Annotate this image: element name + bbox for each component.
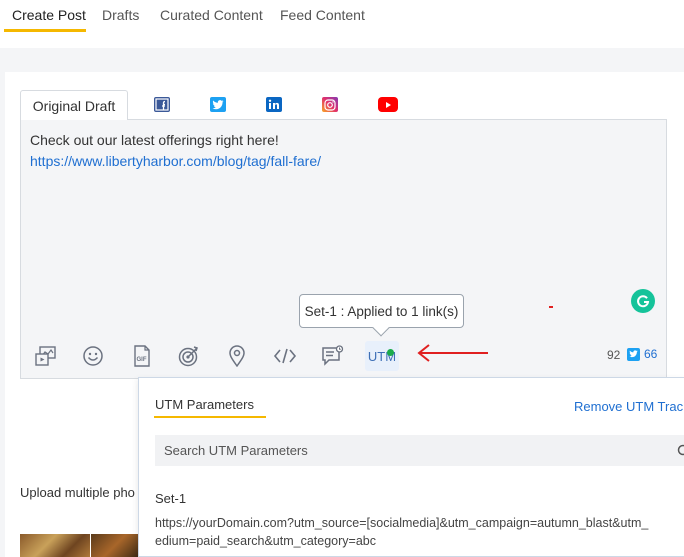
utm-tooltip-text: Set-1 : Applied to 1 link(s)	[304, 303, 459, 319]
svg-text:GIF: GIF	[137, 357, 147, 363]
uploaded-image-thumbnail[interactable]	[91, 534, 139, 557]
tab-curated-content[interactable]: Curated Content	[160, 7, 263, 23]
tab-create-post[interactable]: Create Post	[12, 7, 86, 23]
post-link[interactable]: https://www.libertyharbor.com/blog/tag/f…	[30, 151, 321, 172]
character-count: 92	[607, 348, 621, 362]
media-icon[interactable]	[34, 345, 58, 367]
utm-set-url-line: https://yourDomain.com?utm_source=[socia…	[155, 516, 649, 530]
tab-drafts[interactable]: Drafts	[102, 7, 139, 23]
utm-set-url-line: edium=paid_search&utm_category=abc	[155, 534, 376, 548]
twitter-count-icon	[627, 347, 640, 361]
twitter-icon[interactable]	[210, 97, 226, 112]
emoji-icon[interactable]	[81, 345, 105, 367]
gif-icon[interactable]: GIF	[130, 345, 154, 367]
annotation-dot	[549, 306, 553, 308]
upload-instructions: Upload multiple pho	[20, 485, 135, 500]
utm-search-input[interactable]	[155, 435, 684, 466]
search-icon[interactable]	[677, 444, 684, 458]
utm-parameters-panel: UTM Parameters Remove UTM Track Set-1 ht…	[138, 377, 684, 557]
location-icon[interactable]	[225, 345, 249, 367]
editor-content[interactable]: Check out our latest offerings right her…	[30, 130, 321, 172]
post-text: Check out our latest offerings right her…	[30, 132, 279, 148]
uploaded-image-thumbnail[interactable]	[20, 534, 90, 557]
top-tab-bar: Create Post Drafts Curated Content Feed …	[0, 0, 684, 34]
utm-panel-tab-indicator	[154, 416, 266, 418]
post-editor[interactable]: Check out our latest offerings right her…	[20, 119, 667, 379]
tab-original-draft[interactable]: Original Draft	[20, 90, 128, 120]
message-icon[interactable]	[321, 345, 345, 367]
target-icon[interactable]	[177, 345, 201, 367]
utm-panel-title[interactable]: UTM Parameters	[155, 397, 254, 412]
tab-feed-content[interactable]: Feed Content	[280, 7, 365, 23]
twitter-count-value: 66	[644, 347, 658, 361]
code-icon[interactable]	[273, 345, 297, 367]
instagram-icon[interactable]	[322, 97, 338, 112]
active-tab-indicator	[4, 29, 86, 32]
linkedin-icon[interactable]	[266, 97, 282, 112]
utm-applied-indicator	[387, 349, 394, 356]
annotation-arrow-icon	[417, 344, 488, 362]
remove-utm-tracking-link[interactable]: Remove UTM Track	[574, 399, 684, 414]
utm-tooltip: Set-1 : Applied to 1 link(s)	[299, 294, 464, 337]
utm-set-name[interactable]: Set-1	[155, 491, 186, 506]
youtube-icon[interactable]	[378, 97, 398, 112]
utm-set-url: https://yourDomain.com?utm_source=[socia…	[155, 514, 684, 550]
facebook-icon[interactable]	[154, 97, 170, 112]
twitter-character-count: 66	[627, 347, 657, 361]
utm-button[interactable]: UTM	[365, 341, 399, 371]
grammarly-icon[interactable]	[631, 289, 655, 313]
